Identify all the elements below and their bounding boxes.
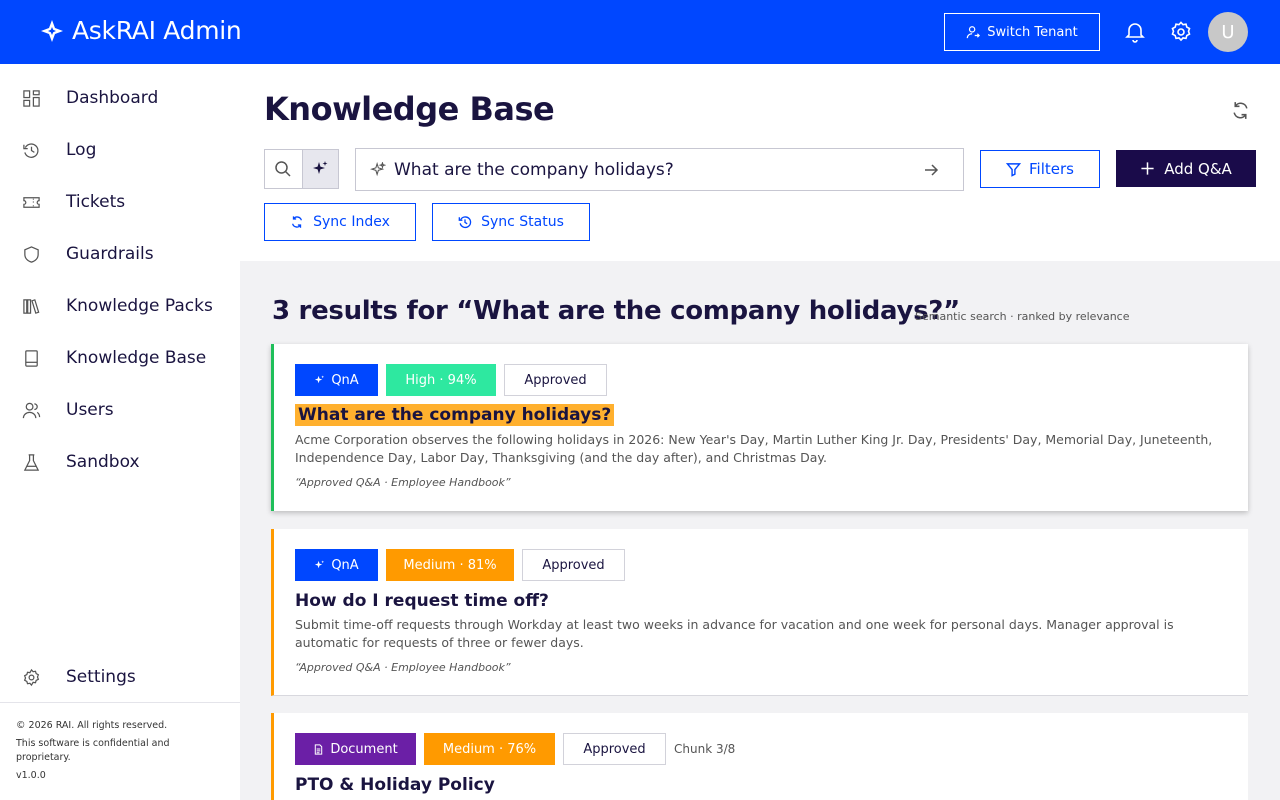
search-input[interactable] (394, 157, 914, 183)
search-icon (275, 161, 291, 177)
copyright-text: © 2026 RAI. All rights reserved. (16, 720, 168, 731)
sidebar-item-label: Knowledge Base (66, 348, 207, 368)
sparkle-icon (315, 374, 325, 383)
history-icon (23, 142, 39, 158)
type-badge-label: QnA (331, 557, 359, 573)
history-icon (458, 216, 472, 229)
filters-button[interactable]: Filters (980, 150, 1100, 188)
sidebar-item-label: Guardrails (66, 244, 154, 264)
result-body: Acme Corporation observes the following … (295, 432, 1213, 465)
sidebar-item-label: Dashboard (66, 88, 159, 108)
type-badge: QnA (295, 364, 378, 396)
add-qna-label: Add Q&A (1164, 159, 1232, 178)
page-title: Knowledge Base (264, 90, 555, 128)
books-icon (23, 298, 40, 314)
document-icon (315, 743, 323, 755)
gear-icon (23, 668, 40, 686)
chunk-label: Chunk 3/8 (674, 742, 736, 756)
result-title[interactable]: How do I request time off? (295, 591, 549, 611)
search-mode-toggle (264, 149, 339, 189)
result-card[interactable]: QnA High · 94% Approved What are the com… (271, 344, 1248, 511)
keyword-search-mode-button[interactable] (265, 150, 302, 188)
relevance-badge: Medium · 76% (424, 733, 555, 765)
result-card[interactable]: Document Medium · 76% Approved Chunk 3/8… (271, 713, 1248, 800)
sync-icon (292, 216, 303, 228)
sidebar-settings-label: Settings (66, 667, 136, 687)
result-body: Submit time-off requests through Workday… (295, 617, 1174, 650)
plus-icon (1141, 162, 1154, 175)
sparkle-icon (313, 161, 328, 174)
arrow-right-icon[interactable] (922, 161, 940, 179)
search-bar (355, 148, 964, 191)
results-heading: 3 results for “What are the company holi… (272, 296, 960, 326)
gear-icon[interactable] (1169, 20, 1193, 44)
sidebar-item-tickets[interactable]: Tickets (0, 182, 240, 222)
sidebar-item-settings[interactable]: Settings (0, 657, 240, 697)
result-card[interactable]: QnA Medium · 81% Approved How do I reque… (271, 529, 1248, 696)
flask-icon (23, 453, 40, 471)
logo-icon (41, 19, 63, 42)
result-title[interactable]: PTO & Holiday Policy (295, 775, 495, 795)
sidebar-item-guardrails[interactable]: Guardrails (0, 234, 240, 274)
sync-status-button[interactable]: Sync Status (432, 203, 590, 241)
sidebar-item-label: Log (66, 140, 97, 160)
book-icon (25, 349, 38, 367)
status-badge: Approved (522, 549, 625, 581)
add-qna-button[interactable]: Add Q&A (1116, 150, 1256, 187)
app-logo[interactable]: AskRAI Admin (40, 16, 242, 45)
filter-icon (1006, 162, 1022, 177)
sidebar-item-dashboard[interactable]: Dashboard (0, 78, 240, 118)
bell-icon[interactable] (1123, 20, 1147, 44)
results-subtitle: Semantic search · ranked by relevance (915, 310, 1130, 323)
ticket-icon (23, 196, 40, 208)
filters-label: Filters (1029, 160, 1074, 178)
type-badge: QnA (295, 549, 378, 581)
avatar[interactable]: U (1208, 12, 1248, 52)
users-icon (22, 402, 41, 418)
status-badge: Approved (504, 364, 607, 396)
semantic-search-mode-button[interactable] (301, 150, 338, 188)
type-badge-label: Document (330, 741, 398, 757)
app-title: AskRAI Admin (72, 16, 242, 45)
shield-icon (24, 245, 39, 263)
sync-index-button[interactable]: Sync Index (264, 203, 416, 241)
relevance-badge: Medium · 81% (386, 549, 514, 581)
status-badge: Approved (563, 733, 666, 765)
sidebar-item-label: Tickets (66, 192, 126, 212)
sidebar: Dashboard Log Tickets Guardrails Knowled… (0, 64, 240, 800)
sidebar-item-sandbox[interactable]: Sandbox (0, 442, 240, 482)
user-switch-icon (966, 26, 981, 39)
sidebar-item-log[interactable]: Log (0, 130, 240, 170)
result-source: “Approved Q&A · Employee Handbook” (295, 476, 511, 489)
type-badge: Document (295, 733, 416, 765)
sidebar-item-label: Sandbox (66, 452, 140, 472)
sidebar-item-knowledge-packs[interactable]: Knowledge Packs (0, 286, 240, 326)
top-bar: AskRAI Admin Switch Tenant U (0, 0, 1280, 64)
sync-index-label: Sync Index (313, 214, 390, 230)
result-title[interactable]: What are the company holidays? (295, 404, 615, 426)
result-source: “Approved Q&A · Employee Handbook” (295, 661, 511, 674)
relevance-badge: High · 94% (386, 364, 496, 396)
switch-tenant-button[interactable]: Switch Tenant (944, 13, 1100, 51)
sidebar-item-knowledge-base[interactable]: Knowledge Base (0, 338, 240, 378)
sidebar-item-users[interactable]: Users (0, 390, 240, 430)
sync-status-label: Sync Status (481, 214, 564, 230)
switch-tenant-label: Switch Tenant (987, 24, 1078, 40)
dashboard-icon (23, 89, 40, 107)
confidential-notice: This software is confidential and propri… (16, 738, 170, 763)
sidebar-item-label: Knowledge Packs (66, 296, 213, 316)
type-badge-label: QnA (331, 372, 359, 388)
sparkle-icon (315, 559, 325, 568)
sidebar-divider (0, 702, 240, 703)
sparkle-icon (370, 162, 386, 177)
version-text: v1.0.0 (16, 770, 46, 781)
sidebar-item-label: Users (66, 400, 114, 420)
refresh-icon[interactable] (1230, 100, 1251, 121)
